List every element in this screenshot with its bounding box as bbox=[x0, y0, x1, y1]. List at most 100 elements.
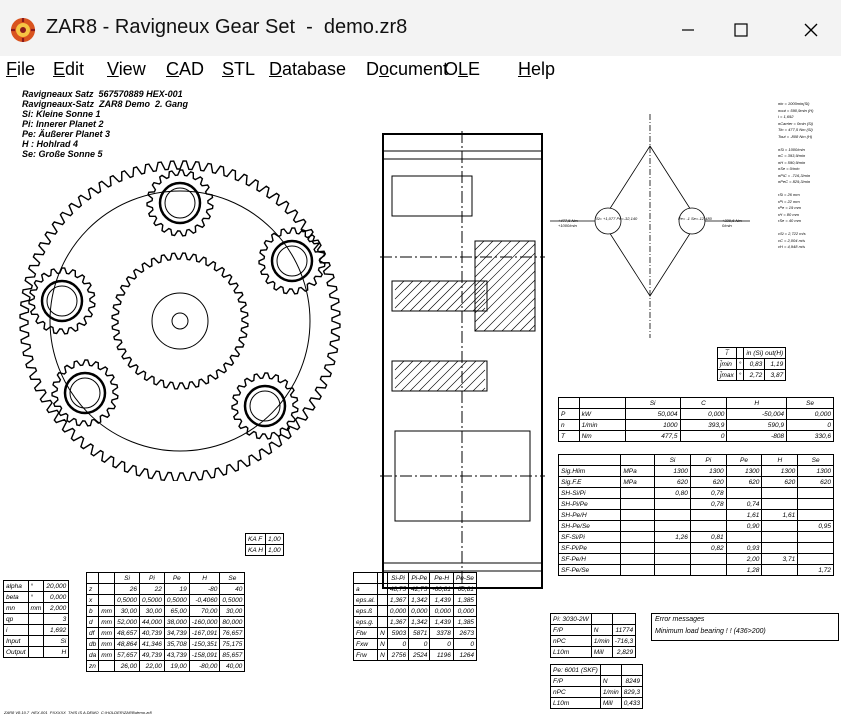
table-row: SF-Pi/Pe 0,82 0,93 bbox=[557, 542, 834, 554]
table-cell bbox=[377, 572, 388, 584]
flow-right-node-label: Pe= -1 Se=-12,480 bbox=[678, 216, 712, 221]
table-cell: 0,433 bbox=[620, 697, 644, 709]
table-cell: 5903 bbox=[386, 627, 410, 639]
table-cell: 5871 bbox=[408, 627, 431, 639]
table-cell: 1000 bbox=[624, 419, 681, 431]
table-row: eps.g. 1,367 1,342 1,439 1,385 bbox=[352, 616, 477, 628]
table-cell bbox=[620, 542, 656, 554]
table-cell bbox=[620, 664, 644, 676]
table-cell bbox=[761, 520, 799, 532]
table-cell: df bbox=[85, 627, 100, 639]
table-cell bbox=[620, 564, 656, 576]
table-cell bbox=[377, 616, 388, 628]
table-row: da mm 57,657 49,739 43,739 -158,091 85,657 bbox=[85, 649, 246, 661]
table-cell: SF-Pe/H bbox=[557, 553, 622, 565]
minimize-button[interactable] bbox=[660, 10, 716, 50]
table-cell: mm bbox=[98, 638, 116, 650]
menu-item-6[interactable]: Document bbox=[366, 59, 448, 80]
bearing-table-pe: Pe: 6001 (SKF) F/P N 8249 nPC 1/min 829,3 L10m M… bbox=[550, 664, 644, 709]
table-cell: Output bbox=[3, 646, 29, 658]
table-cell: 393,9 bbox=[679, 419, 728, 431]
table-cell: 1,439 bbox=[429, 616, 454, 628]
table-cell: -158,091 bbox=[188, 649, 221, 661]
menu-item-4[interactable]: STL bbox=[222, 59, 255, 80]
table-cell: 8249 bbox=[620, 675, 644, 687]
table-cell bbox=[620, 553, 656, 565]
menu-item-7[interactable]: OLE bbox=[444, 59, 480, 80]
table-cell: 0,83 bbox=[743, 358, 766, 370]
table-cell: F/P bbox=[550, 624, 592, 636]
table-cell bbox=[761, 487, 799, 499]
table-row: F/P N 11774 bbox=[550, 624, 637, 636]
table-cell: 0,93 bbox=[725, 542, 763, 554]
table-cell bbox=[797, 542, 834, 554]
table-cell: Frw bbox=[352, 649, 379, 661]
table-cell bbox=[98, 583, 116, 595]
table-cell: eps.ß bbox=[352, 605, 379, 617]
menu-item-5[interactable]: Database bbox=[269, 59, 346, 80]
table-cell: Pe bbox=[163, 572, 190, 584]
error-messages-box: Error messages Minimum load bearing ! ! … bbox=[651, 613, 839, 641]
table-cell: 20,000 bbox=[43, 580, 70, 592]
table-cell: 0,82 bbox=[689, 542, 727, 554]
table-row: Si Pi Pe H Se bbox=[85, 572, 246, 584]
menu-item-0[interactable]: File bbox=[6, 59, 35, 80]
menu-item-2[interactable]: View bbox=[107, 59, 146, 80]
table-cell: 2,829 bbox=[611, 646, 637, 658]
table-row: SH-Pe/H 1,61 1,61 bbox=[557, 509, 834, 521]
table-cell: 34,739 bbox=[163, 627, 190, 639]
table-cell: -808 bbox=[726, 430, 788, 442]
table-cell bbox=[620, 498, 656, 510]
maximize-button[interactable] bbox=[713, 10, 769, 50]
table-cell: -150,351 bbox=[188, 638, 221, 650]
menu-item-8[interactable]: Help bbox=[518, 59, 555, 80]
side-note-line: vH = 4,948 m/s bbox=[778, 244, 806, 249]
table-cell: 0,78 bbox=[689, 487, 727, 499]
bearing-table-pi: Pi: 3030-2W F/P N 11774 nPC 1/min -716,3 L10m Mi… bbox=[550, 613, 637, 658]
table-cell bbox=[620, 509, 656, 521]
table-row: SF-Pe/Se 1,28 1,72 bbox=[557, 564, 834, 576]
outer-planet-gear bbox=[51, 359, 119, 427]
table-cell: mm bbox=[27, 602, 45, 614]
gear-geometry-table: Si Pi Pe H Se z 26 22 19 -80 40 x 0,5000 0,5000 0,5000… bbox=[85, 572, 246, 672]
table-cell: 11774 bbox=[611, 624, 637, 636]
drawing-canvas[interactable]: Ravigneaux Satz 567570889 HEX-001 Ravigne… bbox=[0, 86, 841, 715]
menu-item-1[interactable]: Edit bbox=[53, 59, 84, 80]
table-cell: in (Si) out(H) bbox=[743, 347, 787, 359]
table-cell: KA H bbox=[245, 544, 266, 556]
table-cell: MPa bbox=[620, 465, 656, 477]
menu-item-3[interactable]: CAD bbox=[166, 59, 204, 80]
table-cell bbox=[797, 509, 834, 521]
table-row: i̅ in (Si) out(H) bbox=[717, 347, 787, 359]
table-row: eps.ß 0,000 0,000 0,000 0,000 bbox=[352, 605, 477, 617]
table-cell bbox=[352, 572, 379, 584]
table-cell: SF-Pe/Se bbox=[557, 564, 622, 576]
table-cell: ° bbox=[735, 369, 745, 381]
table-cell: mm bbox=[98, 627, 116, 639]
table-cell: 1,00 bbox=[264, 533, 284, 545]
table-cell: 1,342 bbox=[408, 594, 431, 606]
close-button[interactable] bbox=[783, 10, 839, 50]
table-cell: SH-Si/Pi bbox=[557, 487, 622, 499]
table-cell: 3,87 bbox=[764, 369, 787, 381]
table-cell: SF-Si/Pi bbox=[557, 531, 622, 543]
table-cell bbox=[620, 531, 656, 543]
table-cell: Nm bbox=[578, 430, 626, 442]
error-message: Minimum load bearing ! ! (436>200) bbox=[655, 628, 766, 635]
table-row: n 1/min 1000 393,9 590,9 0 bbox=[558, 419, 834, 431]
table-cell bbox=[689, 520, 727, 532]
table-cell: Sig.F.E bbox=[557, 476, 622, 488]
table-cell: -167,091 bbox=[188, 627, 221, 639]
side-note-line: Tout = -808 Nm (H) bbox=[778, 133, 813, 139]
table-cell: 1264 bbox=[452, 649, 477, 661]
table-cell: j̄min bbox=[717, 358, 737, 370]
table-row: SF-Si/Pi 1,26 0,81 bbox=[557, 531, 834, 543]
table-cell: alpha bbox=[3, 580, 29, 592]
table-cell: ° bbox=[27, 591, 45, 603]
table-cell bbox=[689, 553, 727, 565]
table-cell: Si bbox=[654, 454, 691, 466]
table-cell: 0 bbox=[679, 430, 728, 442]
table-row: b mm 30,00 30,00 65,00 70,00 30,00 bbox=[85, 605, 246, 617]
gear-app-icon[interactable] bbox=[10, 17, 36, 43]
table-cell: 26,00 bbox=[114, 660, 140, 672]
